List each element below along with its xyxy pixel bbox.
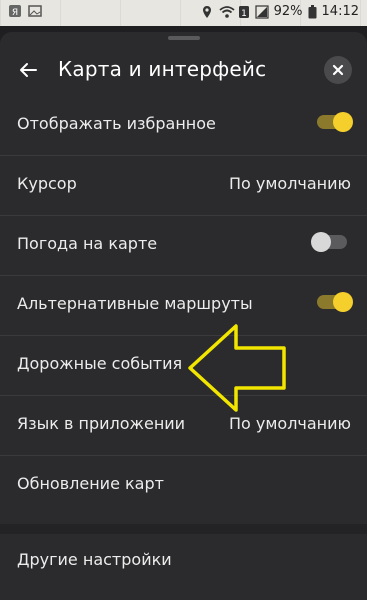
page-title: Карта и интерфейс <box>58 57 267 81</box>
toggle-knob <box>333 292 353 312</box>
annotation-arrow-icon <box>184 320 294 416</box>
alt-routes-toggle[interactable] <box>317 292 353 312</box>
other-settings-label: Другие настройки <box>17 550 172 569</box>
other-settings-item[interactable]: Другие настройки <box>0 534 367 590</box>
favorites-toggle[interactable] <box>317 112 353 132</box>
setting-value: По умолчанию <box>228 174 351 193</box>
battery-percent: 92% <box>273 4 303 19</box>
notification-square-icon: Я <box>8 4 22 18</box>
image-icon <box>28 4 42 18</box>
setting-label: Дорожные события <box>17 354 183 373</box>
setting-label: Обновление карт <box>17 474 164 493</box>
signal-icon <box>255 4 269 19</box>
setting-label: Погода на карте <box>17 234 158 253</box>
setting-label: Отображать избранное <box>17 114 216 133</box>
setting-cursor[interactable]: Курсор По умолчанию <box>0 156 367 216</box>
weather-toggle[interactable] <box>311 232 347 252</box>
sim-card-icon: 1 <box>238 5 250 19</box>
close-icon <box>332 64 344 76</box>
setting-label: Язык в приложении <box>17 414 186 433</box>
setting-favorites[interactable]: Отображать избранное <box>0 96 367 156</box>
toggle-knob <box>333 112 353 132</box>
sheet-drag-handle[interactable] <box>168 36 200 40</box>
svg-text:Я: Я <box>12 8 18 18</box>
setting-value: По умолчанию <box>228 414 351 433</box>
setting-label: Альтернативные маршруты <box>17 294 253 313</box>
arrow-left-icon <box>20 63 37 77</box>
back-button[interactable] <box>14 56 42 84</box>
setting-label: Курсор <box>17 174 77 193</box>
wifi-icon <box>219 5 235 19</box>
toggle-knob <box>311 232 331 252</box>
status-bar: Я 1 92% 14:12 <box>0 0 367 26</box>
setting-weather[interactable]: Погода на карте <box>0 216 367 276</box>
sheet-header: Карта и интерфейс <box>0 42 367 98</box>
battery-icon <box>308 4 317 19</box>
svg-text:1: 1 <box>241 9 247 19</box>
setting-map-update[interactable]: Обновление карт <box>0 456 367 515</box>
section-divider <box>0 524 367 534</box>
location-pin-icon <box>200 5 214 19</box>
clock: 14:12 <box>321 4 359 19</box>
close-button[interactable] <box>324 56 352 84</box>
